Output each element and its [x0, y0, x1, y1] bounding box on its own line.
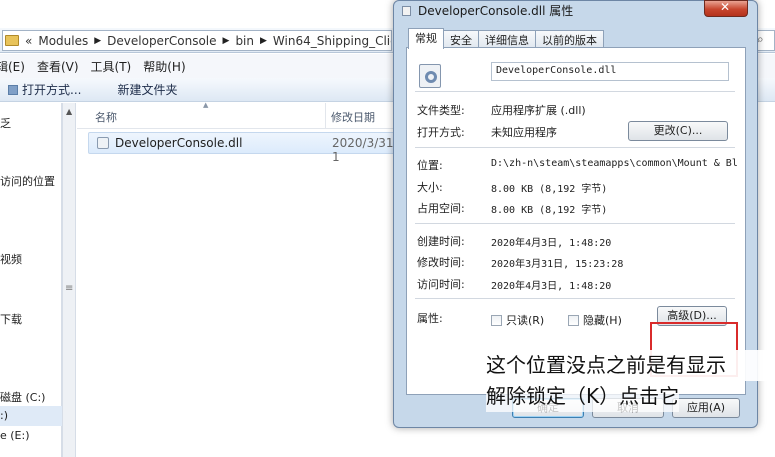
file-list-header: ▲ 名称 修改日期 — [77, 101, 397, 129]
tab-security[interactable]: 安全 — [443, 30, 479, 48]
nav-item-drive-d[interactable]: :) — [0, 409, 8, 422]
location-label: 位置: — [417, 159, 443, 172]
annotation-note: 这个位置没点之前是有显示 解除锁定（K）点击它 — [486, 350, 775, 412]
breadcrumb-bin[interactable]: bin — [235, 34, 254, 48]
column-divider[interactable] — [325, 103, 326, 129]
divider — [415, 298, 735, 299]
hidden-checkbox[interactable]: 隐藏(H) — [568, 312, 622, 328]
nav-scrollbar[interactable]: ▲ ≡ — [62, 103, 76, 457]
annotation-line-2: 解除锁定（K）点击它 — [486, 381, 680, 412]
nav-item-videos[interactable]: 视频 — [0, 251, 22, 267]
opens-with-label: 打开方式: — [417, 126, 465, 139]
file-name-field[interactable]: DeveloperConsole.dll — [491, 62, 729, 81]
close-button[interactable]: ✕ — [704, 0, 748, 17]
attributes-label: 属性: — [417, 312, 443, 325]
divider — [415, 147, 735, 148]
readonly-checkbox[interactable]: 只读(R) — [491, 312, 544, 328]
file-name: DeveloperConsole.dll — [115, 136, 243, 150]
readonly-label: 只读(R) — [506, 314, 545, 327]
menu-help[interactable]: 帮助(H) — [143, 58, 185, 75]
accessed-label: 访问时间: — [417, 278, 465, 291]
breadcrumb-arrow-icon[interactable]: ▶ — [260, 36, 267, 46]
modified-label: 修改时间: — [417, 256, 465, 269]
location-value: D:\zh-n\steam\steamapps\common\Mount & B… — [491, 158, 738, 169]
scroll-up-icon[interactable]: ▲ — [66, 107, 72, 116]
file-row[interactable]: DeveloperConsole.dll 2020/3/31 1 — [88, 132, 398, 164]
file-date: 2020/3/31 1 — [332, 136, 394, 164]
breadcrumb-lead: « — [25, 33, 33, 48]
file-type-value: 应用程序扩展 (.dll) — [491, 104, 586, 117]
tab-previous-versions[interactable]: 以前的版本 — [535, 30, 604, 48]
opens-with-value: 未知应用程序 — [491, 126, 557, 139]
dialog-title: DeveloperConsole.dll 属性 — [418, 4, 574, 18]
scroll-grip-icon[interactable]: ≡ — [65, 283, 73, 294]
size-value: 8.00 KB (8,192 字节) — [491, 184, 608, 195]
nav-item-desktop[interactable]: 乏 — [0, 115, 11, 131]
tab-details[interactable]: 详细信息 — [478, 30, 536, 48]
size-label: 大小: — [417, 181, 443, 194]
open-with-button[interactable]: 打开方式... — [22, 81, 81, 98]
annotation-line-1: 这个位置没点之前是有显示 — [486, 350, 775, 381]
checkbox-icon — [568, 314, 579, 326]
nav-item-drive-c[interactable]: 磁盘 (C:) — [0, 389, 45, 405]
navigation-pane: 乏 访问的位置 视频 下载 磁盘 (C:) :) e (E:) — [0, 103, 62, 457]
nav-item-downloads[interactable]: 下载 — [0, 311, 22, 327]
checkbox-icon — [491, 314, 502, 326]
address-box[interactable]: « Modules ▶ DeveloperConsole ▶ bin ▶ Win… — [2, 30, 392, 51]
gear-icon — [425, 71, 437, 83]
open-with-icon — [8, 84, 18, 95]
sort-up-icon: ▲ — [203, 101, 209, 109]
hidden-label: 隐藏(H) — [583, 314, 622, 327]
breadcrumb-modules[interactable]: Modules — [38, 34, 88, 48]
menu-edit[interactable]: 辑(E) — [0, 58, 25, 75]
search-icon: ⌕ — [757, 32, 764, 46]
nav-item-drive-e[interactable]: e (E:) — [0, 429, 30, 442]
menu-view[interactable]: 查看(V) — [37, 58, 79, 75]
breadcrumb-developerconsole[interactable]: DeveloperConsole — [107, 34, 216, 48]
dll-file-icon — [97, 137, 109, 149]
nav-item-recent[interactable]: 访问的位置 — [0, 173, 55, 189]
dll-file-icon — [419, 64, 441, 88]
created-label: 创建时间: — [417, 235, 465, 248]
change-button[interactable]: 更改(C)... — [628, 121, 728, 141]
nav-selection — [0, 406, 62, 426]
breadcrumb-arrow-icon[interactable]: ▶ — [223, 36, 230, 46]
close-icon: ✕ — [720, 0, 731, 14]
divider — [415, 91, 735, 92]
folder-icon — [5, 35, 19, 46]
size-on-disk-label: 占用空间: — [417, 202, 465, 215]
tab-general[interactable]: 常规 — [408, 28, 444, 49]
modified-value: 2020年3月31日, 15:23:28 — [491, 259, 624, 270]
accessed-value: 2020年4月3日, 1:48:20 — [491, 281, 612, 292]
new-folder-button[interactable]: 新建文件夹 — [117, 81, 177, 98]
document-icon — [402, 6, 411, 16]
created-value: 2020年4月3日, 1:48:20 — [491, 238, 612, 249]
file-type-label: 文件类型: — [417, 104, 465, 117]
menu-tools[interactable]: 工具(T) — [91, 58, 132, 75]
breadcrumb-win64[interactable]: Win64_Shipping_Client — [273, 34, 391, 48]
breadcrumb-arrow-icon[interactable]: ▶ — [94, 36, 101, 46]
tab-strip: 常规 安全 详细信息 以前的版本 — [408, 28, 604, 49]
size-on-disk-value: 8.00 KB (8,192 字节) — [491, 205, 608, 216]
column-date[interactable]: 修改日期 — [331, 109, 375, 125]
divider — [415, 223, 735, 224]
column-name[interactable]: 名称 — [95, 109, 117, 125]
